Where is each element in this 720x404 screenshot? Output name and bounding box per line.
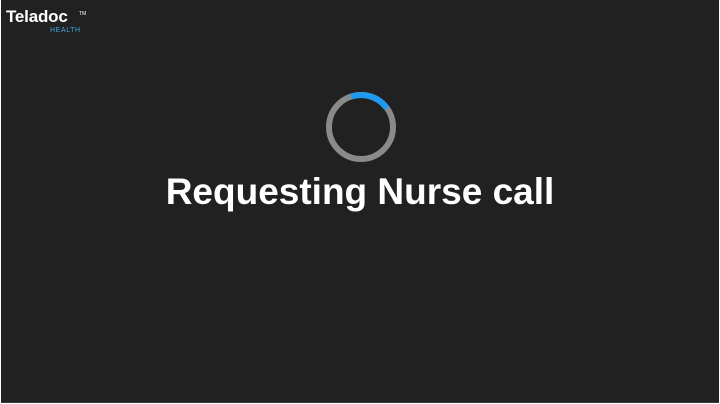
logo-subtitle: HEALTH <box>50 27 81 34</box>
logo-trademark: TM <box>79 11 87 17</box>
spinner-progress-arc <box>326 92 396 162</box>
call-request-screen: Teladoc TM HEALTH Requesting Nurse call <box>1 0 719 403</box>
teladoc-health-logo: Teladoc TM HEALTH <box>6 8 86 38</box>
loading-spinner-icon <box>326 92 396 162</box>
logo-wordmark: Teladoc <box>6 7 68 26</box>
status-message: Requesting Nurse call <box>165 171 555 212</box>
